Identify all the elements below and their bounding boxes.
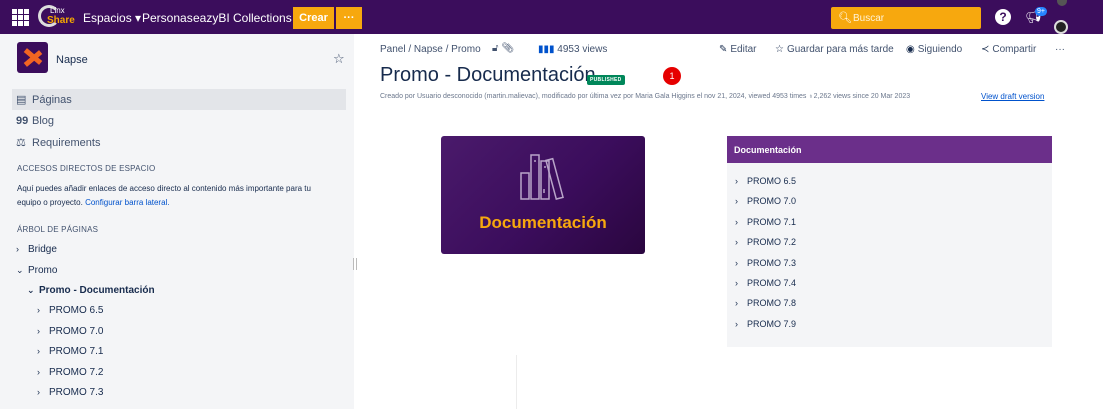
status-badge: PUBLISHED (587, 75, 625, 85)
eye-icon: ◉ (906, 44, 915, 55)
documentation-banner: Documentación (441, 136, 645, 254)
chevron-right-icon: › (735, 196, 738, 206)
chevron-right-icon[interactable]: › (37, 346, 49, 356)
top-navigation-bar: Linx Share Espacios ▾ Personas eazyBI Co… (0, 0, 1103, 34)
shortcuts-heading: ACCESOS DIRECTOS DE ESPACIO (17, 164, 156, 173)
panel-item-promo-7-4[interactable]: › PROMO 7.4 (735, 278, 796, 288)
user-avatar[interactable] (1054, 20, 1068, 34)
share-icon: ≺ (981, 44, 990, 55)
space-logo-icon[interactable] (17, 42, 48, 73)
page-tree-heading: ÁRBOL DE PÁGINAS (17, 225, 99, 234)
edit-button[interactable]: ✎ Editar (719, 44, 757, 55)
chevron-right-icon[interactable]: › (37, 326, 49, 336)
sidebar-item-paginas[interactable]: ▤ Páginas (12, 89, 346, 110)
share-button[interactable]: ≺ Compartir (981, 44, 1036, 55)
panel-item-promo-7-9[interactable]: › PROMO 7.9 (735, 319, 796, 329)
content-divider (516, 355, 517, 409)
chevron-right-icon: › (735, 258, 738, 268)
configure-sidebar-link[interactable]: Configurar barra lateral. (85, 198, 169, 207)
books-icon (520, 154, 564, 201)
sidebar-item-requirements[interactable]: ⚖ Requirements (12, 132, 346, 153)
page-title: Promo - Documentación (380, 64, 596, 86)
attachment-icon[interactable]: 📎︎ (501, 43, 514, 54)
pages-icon: ▤ (16, 94, 27, 106)
tree-item-promo[interactable]: ⌄ Promo (16, 265, 57, 276)
breadcrumb-napse[interactable]: Napse (414, 44, 443, 55)
search-box[interactable]: 🔍︎ (831, 7, 981, 29)
space-sidebar: Napse ☆ ▤ Páginas 99 Blog ⚖ Requirements… (0, 34, 354, 409)
nav-eazybi[interactable]: eazyBI (193, 11, 230, 25)
chevron-down-icon[interactable]: ⌄ (27, 285, 39, 296)
breadcrumb-promo[interactable]: Promo (451, 44, 480, 55)
quote-icon: 99 (16, 114, 29, 127)
panel-item-promo-7-2[interactable]: › PROMO 7.2 (735, 237, 796, 247)
chevron-down-icon[interactable]: ⌄ (16, 265, 28, 276)
create-more-button[interactable]: ··· (336, 7, 362, 29)
pencil-icon: ✎ (719, 44, 728, 55)
documentation-panel: Documentación › PROMO 6.5 › PROMO 7.0 › PRO… (727, 136, 1052, 347)
view-draft-link[interactable]: View draft version (981, 92, 1044, 101)
chevron-right-icon[interactable]: › (16, 244, 28, 254)
help-icon[interactable]: ? (995, 9, 1011, 25)
page-byline: Creado por Usuario desconocido (martin.m… (380, 93, 911, 100)
tree-item-promo-7-3[interactable]: › PROMO 7.3 (37, 387, 103, 398)
chevron-right-icon: › (735, 319, 738, 329)
chevron-right-icon: › (735, 237, 738, 247)
page-meta-icons: 🔓︎ 📎︎ (492, 43, 514, 54)
breadcrumb-panel[interactable]: Panel (380, 44, 406, 55)
create-button[interactable]: Crear (293, 7, 334, 29)
sidebar-item-blog[interactable]: 99 Blog (12, 110, 346, 131)
search-input[interactable] (853, 10, 973, 26)
search-icon: 🔍︎ (838, 12, 852, 24)
chevron-right-icon: › (735, 298, 738, 308)
more-actions-button[interactable]: ··· (1055, 44, 1065, 55)
save-for-later-button[interactable]: ☆ Guardar para más tarde (775, 44, 894, 55)
tree-item-promo-6-5[interactable]: › PROMO 6.5 (37, 305, 103, 316)
breadcrumb: Panel / Napse / Promo (380, 44, 481, 55)
nav-espacios[interactable]: Espacios ▾ (83, 11, 141, 25)
panel-item-promo-7-8[interactable]: › PROMO 7.8 (735, 298, 796, 308)
chevron-right-icon: › (735, 217, 738, 227)
tree-item-bridge[interactable]: › Bridge (16, 244, 57, 255)
page-views[interactable]: ▮▮▮ 4953 views (538, 44, 607, 55)
notification-count-badge[interactable]: 1 (663, 67, 681, 85)
nav-personas[interactable]: Personas (142, 11, 193, 25)
panel-item-promo-7-0[interactable]: › PROMO 7.0 (735, 196, 796, 206)
panel-header: Documentación (727, 136, 1052, 163)
views-count: 4953 views (557, 44, 608, 55)
chevron-right-icon[interactable]: › (37, 367, 49, 377)
watching-button[interactable]: ◉ Siguiendo (906, 44, 962, 55)
analytics-icon: ▮▮▮ (538, 44, 555, 55)
panel-item-promo-7-1[interactable]: › PROMO 7.1 (735, 217, 796, 227)
panel-item-promo-6-5[interactable]: › PROMO 6.5 (735, 176, 796, 186)
shortcuts-description: Aquí puedes añadir enlaces de acceso dir… (17, 184, 311, 207)
unlock-icon[interactable]: 🔓︎ (492, 43, 498, 54)
space-name[interactable]: Napse (56, 54, 88, 66)
chevron-right-icon[interactable]: › (37, 305, 49, 315)
panel-item-promo-7-3[interactable]: › PROMO 7.3 (735, 258, 796, 268)
linxshare-logo[interactable]: Linx Share (38, 5, 75, 29)
chevron-right-icon: › (735, 278, 738, 288)
tree-item-promo-documentacion[interactable]: ⌄ Promo - Documentación (27, 285, 155, 296)
banner-title: Documentación (479, 213, 607, 232)
avatar-decoration (1057, 0, 1067, 6)
tree-item-promo-7-1[interactable]: › PROMO 7.1 (37, 346, 103, 357)
sidebar-resize-handle[interactable] (353, 258, 357, 270)
sidebar-item-label: Blog (32, 114, 55, 127)
more-icon: ··· (1055, 44, 1065, 55)
chevron-right-icon: › (735, 176, 738, 186)
nav-collections[interactable]: Collections (233, 11, 292, 25)
app-switcher-icon[interactable] (12, 9, 29, 26)
tree-item-promo-7-2[interactable]: › PROMO 7.2 (37, 367, 103, 378)
sidebar-item-label: Requirements (32, 136, 101, 149)
chevron-right-icon[interactable]: › (37, 387, 49, 397)
star-icon: ☆ (775, 44, 784, 55)
notification-count-badge: 9+ (1035, 7, 1047, 16)
sidebar-item-label: Páginas (32, 93, 72, 106)
notifications-button[interactable]: 📢︎ 9+ (1025, 7, 1047, 25)
star-icon[interactable]: ☆ (333, 51, 345, 67)
tree-item-promo-7-0[interactable]: › PROMO 7.0 (37, 326, 103, 337)
requirements-icon: ⚖ (16, 137, 26, 149)
